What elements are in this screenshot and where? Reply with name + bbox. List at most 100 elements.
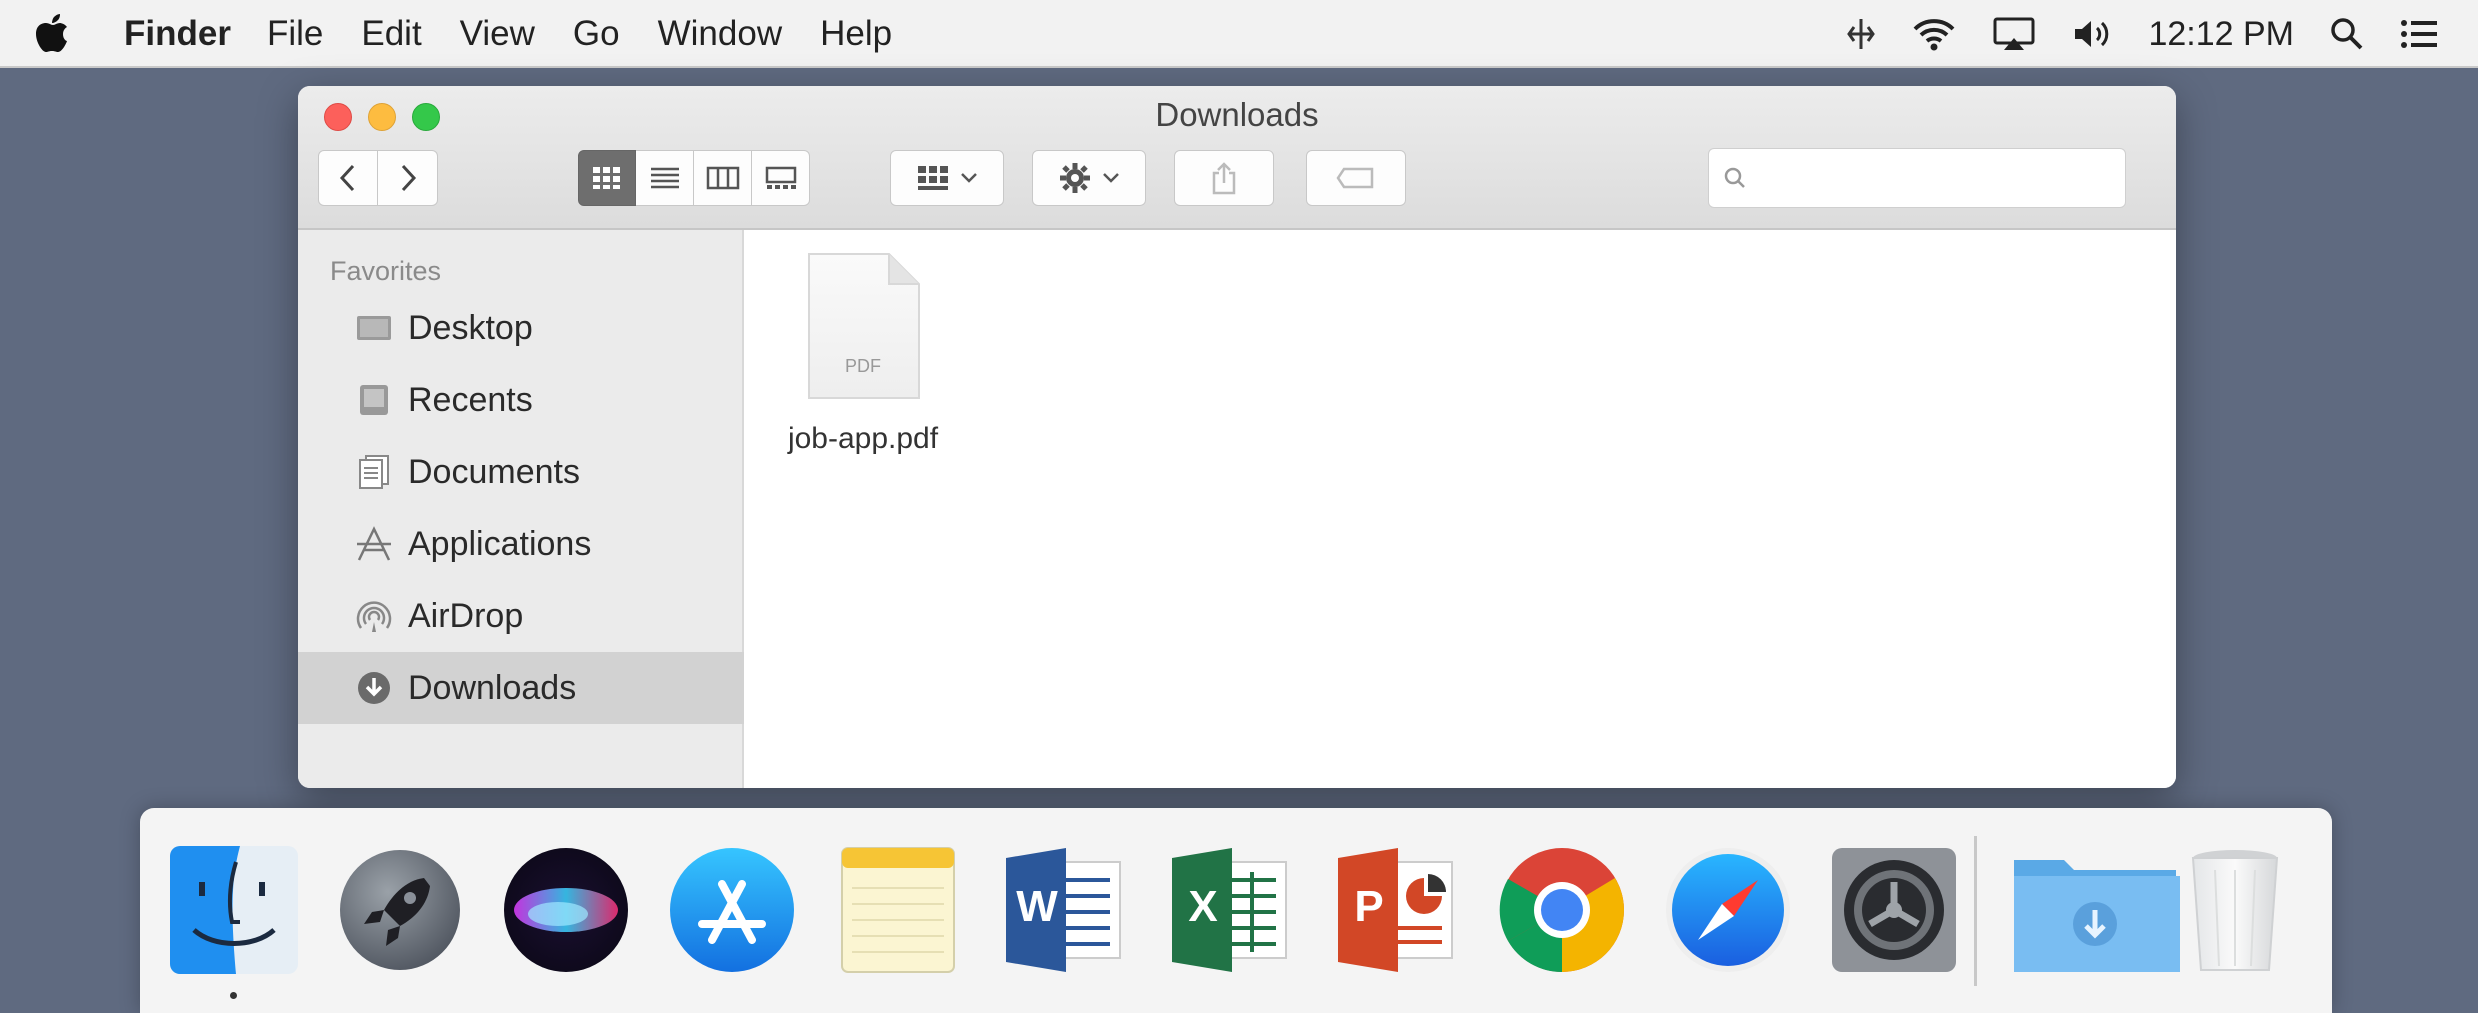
- recents-icon: [354, 380, 394, 420]
- dock-chrome[interactable]: [1494, 842, 1630, 978]
- dock-word[interactable]: W: [996, 842, 1132, 978]
- menu-edit[interactable]: Edit: [361, 16, 421, 51]
- group-by-button[interactable]: [890, 150, 1004, 206]
- app-store-icon: [670, 848, 794, 972]
- forward-button[interactable]: [378, 150, 438, 206]
- safari-compass-icon: [1666, 848, 1790, 972]
- trash-icon: [2191, 850, 2279, 971]
- excel-letter: X: [1188, 882, 1218, 931]
- dock-separator: [1974, 836, 1977, 986]
- applications-icon: [354, 524, 394, 564]
- menu-view[interactable]: View: [460, 16, 535, 51]
- launchpad-rocket-icon: [340, 850, 460, 970]
- action-button[interactable]: [1032, 150, 1146, 206]
- list-view-button[interactable]: [636, 150, 694, 206]
- downloads-icon: [354, 668, 394, 708]
- sidebar-item-recents[interactable]: Recents: [298, 364, 744, 436]
- sidebar: Favorites Desktop Recents Documents Appl…: [298, 230, 744, 788]
- dock-siri[interactable]: [498, 842, 634, 978]
- sidebar-item-label: AirDrop: [408, 596, 524, 635]
- word-letter: W: [1016, 882, 1058, 931]
- dock-notes[interactable]: [830, 842, 966, 978]
- dock-excel[interactable]: X: [1162, 842, 1298, 978]
- spotlight-search-icon[interactable]: [2330, 17, 2364, 51]
- menu-window[interactable]: Window: [658, 16, 782, 51]
- sidebar-item-label: Downloads: [408, 668, 577, 707]
- volume-icon[interactable]: [2072, 17, 2112, 51]
- finder-icon: [170, 846, 298, 974]
- sidebar-item-applications[interactable]: Applications: [298, 508, 744, 580]
- sync-icon[interactable]: [1846, 17, 1876, 51]
- menu-help[interactable]: Help: [820, 16, 892, 51]
- dock: W X P: [140, 808, 2332, 1013]
- running-indicator: [230, 992, 237, 999]
- dock-powerpoint[interactable]: P: [1328, 842, 1464, 978]
- gallery-view-button[interactable]: [752, 150, 810, 206]
- chevron-left-icon: [339, 164, 355, 192]
- finder-window: Downloads Favorites Desktop Recents Docu…: [298, 86, 2176, 788]
- apple-menu-icon[interactable]: [34, 10, 74, 56]
- list-view-icon: [650, 167, 679, 189]
- tag-icon: [1336, 167, 1374, 189]
- sidebar-item-documents[interactable]: Documents: [298, 436, 744, 508]
- siri-icon: [504, 848, 628, 972]
- sidebar-section-favorites: Favorites: [330, 256, 442, 286]
- dock-safari[interactable]: [1660, 842, 1796, 978]
- icon-view-button[interactable]: [578, 150, 636, 206]
- downloads-folder-icon: [2014, 860, 2180, 972]
- file-item[interactable]: PDF job-app.pdf: [778, 252, 948, 456]
- search-field[interactable]: [1708, 148, 2126, 208]
- dock-launchpad[interactable]: [332, 842, 468, 978]
- view-mode-control: [578, 150, 810, 206]
- chrome-icon: [1499, 848, 1624, 973]
- menubar-clock[interactable]: 12:12 PM: [2148, 15, 2294, 54]
- sidebar-item-desktop[interactable]: Desktop: [298, 292, 744, 364]
- airplay-icon[interactable]: [1992, 17, 2036, 51]
- column-view-button[interactable]: [694, 150, 752, 206]
- menu-finder[interactable]: Finder: [124, 16, 231, 51]
- dock-downloads-folder[interactable]: [2010, 842, 2180, 978]
- gear-icon: [1832, 848, 1956, 972]
- file-name: job-app.pdf: [787, 422, 939, 455]
- gallery-view-icon: [765, 166, 796, 189]
- tags-control: [1306, 150, 1406, 206]
- file-type-label: PDF: [845, 356, 881, 376]
- navigation-buttons: [318, 150, 438, 206]
- back-button[interactable]: [318, 150, 378, 206]
- wifi-icon[interactable]: [1912, 17, 1956, 51]
- share-icon: [1212, 162, 1236, 195]
- window-title: Downloads: [1155, 96, 1319, 133]
- dock-system-preferences[interactable]: [1826, 842, 1962, 978]
- search-input[interactable]: [1757, 162, 2117, 194]
- share-button[interactable]: [1174, 150, 1274, 206]
- menu-go[interactable]: Go: [573, 16, 620, 51]
- window-toolbar: Downloads: [298, 86, 2176, 230]
- sidebar-item-label: Desktop: [408, 308, 533, 347]
- action-control: [1032, 150, 1146, 206]
- icon-view-icon: [593, 167, 620, 189]
- column-view-icon: [706, 166, 739, 190]
- notification-center-icon[interactable]: [2400, 18, 2438, 50]
- dock-finder[interactable]: [166, 842, 302, 978]
- group-by-control: [890, 150, 1004, 206]
- dock-app-store[interactable]: [664, 842, 800, 978]
- sidebar-item-label: Recents: [408, 380, 533, 419]
- menu-file[interactable]: File: [267, 16, 323, 51]
- powerpoint-letter: P: [1354, 882, 1384, 931]
- gear-icon: [1060, 163, 1090, 193]
- share-control: [1174, 150, 1274, 206]
- dock-trash[interactable]: [2180, 842, 2290, 978]
- chevron-right-icon: [401, 164, 416, 192]
- airdrop-icon: [354, 596, 394, 636]
- chevron-down-icon: [1103, 173, 1119, 183]
- sidebar-item-airdrop[interactable]: AirDrop: [298, 580, 744, 652]
- notes-icon: [841, 847, 955, 973]
- menu-bar: Finder File Edit View Go Window Help 12:…: [0, 0, 2478, 68]
- documents-icon: [354, 452, 394, 492]
- tags-button[interactable]: [1306, 150, 1406, 206]
- arrange-grid-icon: [918, 166, 948, 190]
- sidebar-item-label: Documents: [408, 452, 580, 491]
- sidebar-item-label: Applications: [408, 524, 592, 563]
- sidebar-item-downloads[interactable]: Downloads: [298, 652, 744, 724]
- desktop-icon: [354, 308, 394, 348]
